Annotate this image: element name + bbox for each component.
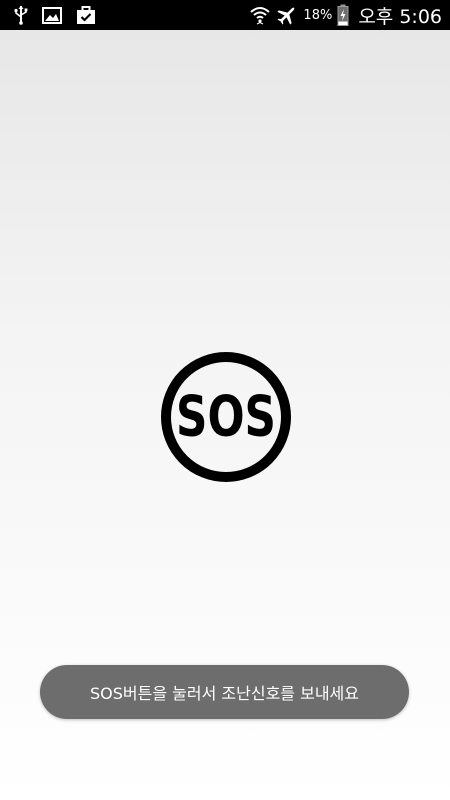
sos-icon: SOS: [161, 352, 291, 482]
usb-icon: [14, 5, 28, 25]
wifi-icon: [249, 5, 271, 25]
status-bar-system: 18% 오후 5:06: [249, 0, 442, 30]
status-bar-time: 오후 5:06: [358, 5, 442, 28]
sos-button-label: SOS: [176, 385, 276, 450]
battery-charging-icon: [337, 4, 349, 26]
toast-text: SOS버튼을 눌러서 조난신호를 보내세요: [90, 684, 359, 703]
battery-percent: 18%: [303, 7, 333, 23]
toast-message: SOS버튼을 눌러서 조난신호를 보내세요: [40, 665, 409, 719]
status-bar: 18% 오후 5:06: [0, 0, 450, 30]
sos-button[interactable]: SOS: [159, 350, 293, 484]
airplane-mode-icon: [276, 4, 298, 26]
briefcase-check-icon: [76, 5, 96, 25]
status-bar-notifications: [14, 0, 96, 30]
image-icon: [42, 6, 62, 24]
main-screen: SOS SOS버튼을 눌러서 조난신호를 보내세요: [0, 30, 450, 800]
